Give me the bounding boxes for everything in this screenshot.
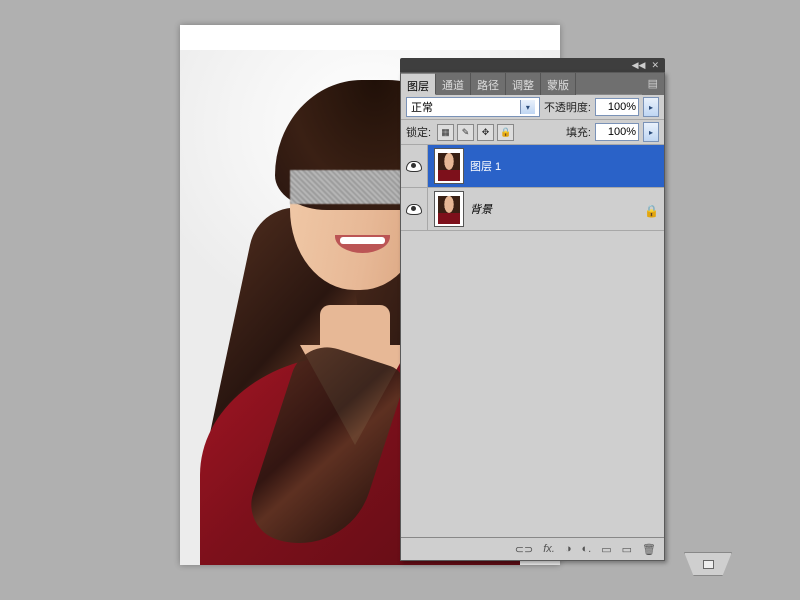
visibility-toggle[interactable] — [401, 188, 428, 230]
opacity-flyout-icon[interactable]: ▸ — [643, 97, 659, 117]
fill-label: 填充: — [566, 124, 591, 140]
opacity-label: 不透明度: — [544, 99, 591, 115]
link-layers-icon[interactable]: ⊂⊃ — [515, 543, 533, 556]
lock-pixels-icon[interactable]: ✎ — [457, 124, 474, 141]
new-group-icon[interactable]: ▭ — [601, 543, 611, 556]
lock-label: 锁定: — [406, 124, 431, 140]
tab-layers[interactable]: 图层 — [401, 73, 436, 95]
close-icon[interactable]: ✕ — [651, 61, 659, 70]
new-layer-icon[interactable]: ▭ — [622, 543, 632, 556]
panel-menu-icon[interactable]: ▤ — [642, 73, 664, 95]
opacity-input[interactable]: 100% — [595, 98, 639, 116]
blend-mode-select[interactable]: 正常 ▾ — [406, 97, 540, 117]
layer-name[interactable]: 图层 1 — [470, 158, 501, 174]
fx-icon[interactable]: fx. — [543, 543, 555, 555]
lock-row: 锁定: ▦ ✎ ✥ 🔒 填充: 100% ▸ — [401, 120, 664, 145]
layer-row-background[interactable]: 背景 🔒 — [401, 188, 664, 231]
blend-row: 正常 ▾ 不透明度: 100% ▸ — [401, 95, 664, 120]
tab-masks[interactable]: 蒙版 — [541, 73, 576, 95]
collapsed-panel-tab[interactable] — [684, 552, 732, 576]
adjustment-layer-icon[interactable]: ◐. — [582, 543, 592, 555]
lock-position-icon[interactable]: ✥ — [477, 124, 494, 141]
tab-channels[interactable]: 通道 — [436, 73, 471, 95]
panel-footer: ⊂⊃ fx. ◑ ◐. ▭ ▭ 🗑 — [401, 537, 664, 560]
layer-thumbnail[interactable] — [434, 148, 464, 184]
lock-all-icon[interactable]: 🔒 — [497, 124, 514, 141]
panel-titlebar[interactable]: ◀◀ ✕ — [400, 58, 665, 72]
delete-layer-icon[interactable]: 🗑 — [642, 543, 656, 556]
panel-tabs: 图层 通道 路径 调整 蒙版 ▤ — [401, 73, 664, 95]
tab-adjust[interactable]: 调整 — [506, 73, 541, 95]
collapse-icon[interactable]: ◀◀ — [632, 61, 646, 70]
chevron-down-icon: ▾ — [520, 100, 535, 114]
visibility-toggle[interactable] — [401, 145, 428, 187]
lock-icon: 🔒 — [644, 204, 654, 214]
add-mask-icon[interactable]: ◑ — [565, 543, 572, 555]
layers-list: 图层 1 背景 🔒 — [401, 145, 664, 537]
layer-name[interactable]: 背景 — [470, 201, 492, 217]
eye-icon — [406, 204, 422, 215]
blend-mode-value: 正常 — [411, 99, 433, 115]
layer-thumbnail[interactable] — [434, 191, 464, 227]
panel-icon — [703, 560, 714, 569]
tab-paths[interactable]: 路径 — [471, 73, 506, 95]
layer-row-1[interactable]: 图层 1 — [401, 145, 664, 188]
fill-input[interactable]: 100% — [595, 123, 639, 141]
lock-transparent-icon[interactable]: ▦ — [437, 124, 454, 141]
eye-icon — [406, 161, 422, 172]
layers-panel: 图层 通道 路径 调整 蒙版 ▤ 正常 ▾ 不透明度: 100% ▸ 锁定: ▦… — [400, 72, 665, 561]
fill-flyout-icon[interactable]: ▸ — [643, 122, 659, 142]
